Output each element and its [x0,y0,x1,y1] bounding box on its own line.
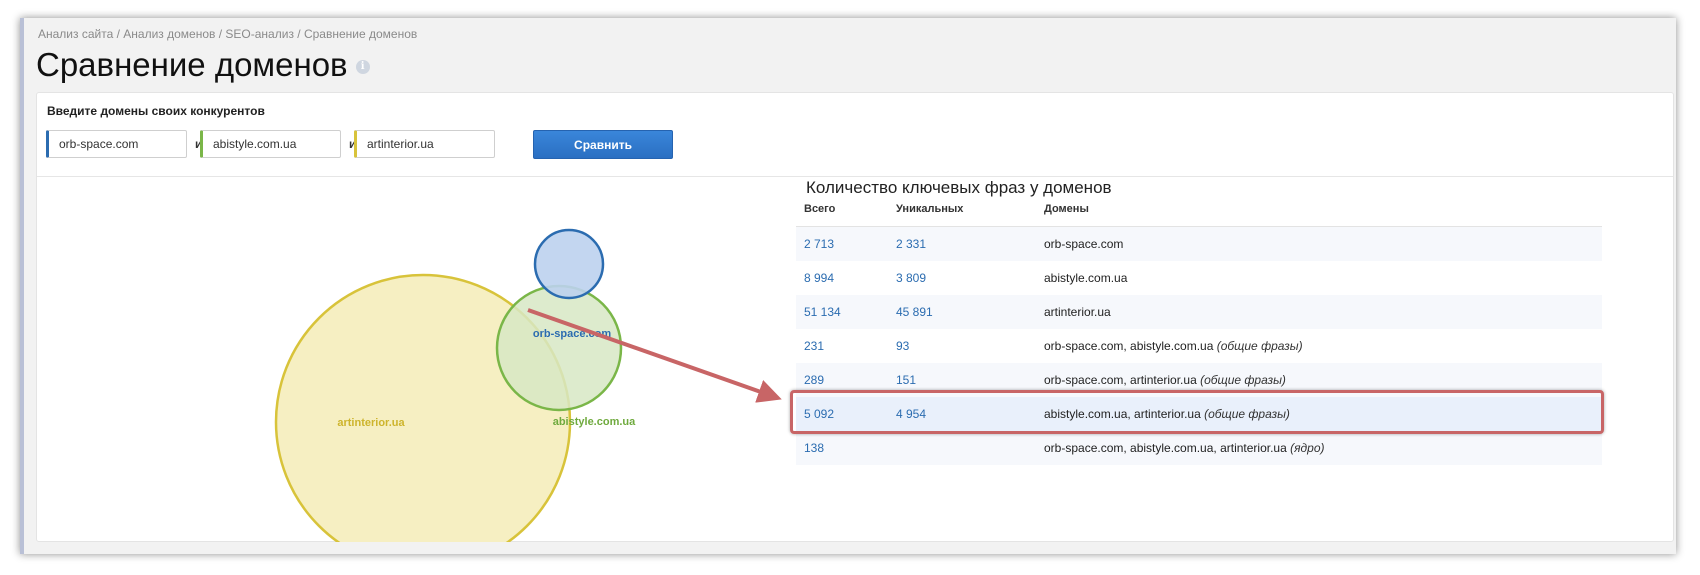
cell-domains-text: abistyle.com.ua [1044,271,1128,285]
table-row: 51 134 45 891 artinterior.ua [796,295,1602,329]
breadcrumb-item-seo-analysis[interactable]: SEO-анализ [225,27,294,41]
venn-diagram: artinterior.ua abistyle.com.ua orb-space… [274,228,636,542]
compare-button[interactable]: Сравнить [533,130,673,159]
info-icon[interactable]: i [355,60,370,75]
breadcrumb-separator: / [113,27,124,41]
breadcrumb-item-current: Сравнение доменов [303,27,418,41]
cell-total[interactable]: 51 134 [804,305,841,319]
cell-domains-text: orb-space.com, abistyle.com.ua [1044,339,1214,353]
page-title-text: Сравнение доменов [36,46,348,83]
competitor-domains-label: Введите домены своих конкурентов [47,104,265,118]
cell-total[interactable]: 2 713 [804,237,834,251]
breadcrumb-separator: / [293,27,304,41]
cell-domains-text: artinterior.ua [1044,305,1111,319]
cell-domains: orb-space.com, abistyle.com.ua, artinter… [1044,441,1325,455]
cell-note: (ядро) [1290,441,1325,455]
page-title: Сравнение доменов i [36,45,370,85]
breadcrumb-item-site-analysis[interactable]: Анализ сайта [38,27,113,41]
domain-input-1[interactable] [46,130,187,158]
cell-unique[interactable]: 3 809 [896,271,926,285]
cell-domains: orb-space.com, artinterior.ua (общие фра… [1044,373,1286,387]
breadcrumb: Анализ сайта / Анализ доменов / SEO-анал… [38,27,417,41]
cell-total[interactable]: 138 [804,441,824,455]
column-header-total[interactable]: Всего [804,203,835,215]
cell-domains: orb-space.com [1044,237,1123,251]
domain-input-3[interactable] [354,130,495,158]
table-row: 231 93 orb-space.com, abistyle.com.ua (о… [796,329,1602,363]
breadcrumb-item-domain-analysis[interactable]: Анализ доменов [123,27,215,41]
venn-circle-abistyle[interactable] [495,284,623,412]
cell-note: (общие фразы) [1216,339,1303,353]
app-frame: Анализ сайта / Анализ доменов / SEO-анал… [20,18,1676,554]
cell-domains: orb-space.com, abistyle.com.ua (общие фр… [1044,339,1303,353]
table-row: 2 713 2 331 orb-space.com [796,227,1602,261]
cell-unique[interactable]: 151 [896,373,916,387]
highlight-annotation-box [790,390,1604,434]
cell-domains-text: orb-space.com, abistyle.com.ua, artinter… [1044,441,1287,455]
column-header-unique[interactable]: Уникальных [896,203,963,215]
cell-unique[interactable]: 2 331 [896,237,926,251]
table-row: 8 994 3 809 abistyle.com.ua [796,261,1602,295]
cell-domains: artinterior.ua [1044,305,1111,319]
cell-unique[interactable]: 45 891 [896,305,933,319]
cell-domains: abistyle.com.ua [1044,271,1127,285]
cell-note: (общие фразы) [1200,373,1286,387]
table-row: 138 orb-space.com, abistyle.com.ua, arti… [796,431,1602,465]
cell-domains-text: orb-space.com [1044,237,1124,251]
breadcrumb-separator: / [215,27,226,41]
domain-input-2[interactable] [200,130,341,158]
cell-unique[interactable]: 93 [896,339,909,353]
venn-label-abistyle: abistyle.com.ua [553,416,636,428]
venn-label-orb-space: orb-space.com [533,328,611,340]
cell-total[interactable]: 8 994 [804,271,834,285]
venn-label-artinterior: artinterior.ua [337,417,405,429]
venn-circle-orb-space[interactable] [533,228,605,300]
cell-domains-text: orb-space.com, artinterior.ua [1044,373,1197,387]
cell-total[interactable]: 231 [804,339,824,353]
column-header-domains[interactable]: Домены [1044,203,1089,215]
table-header: Всего Уникальных Домены [796,194,1602,227]
cell-total[interactable]: 289 [804,373,824,387]
